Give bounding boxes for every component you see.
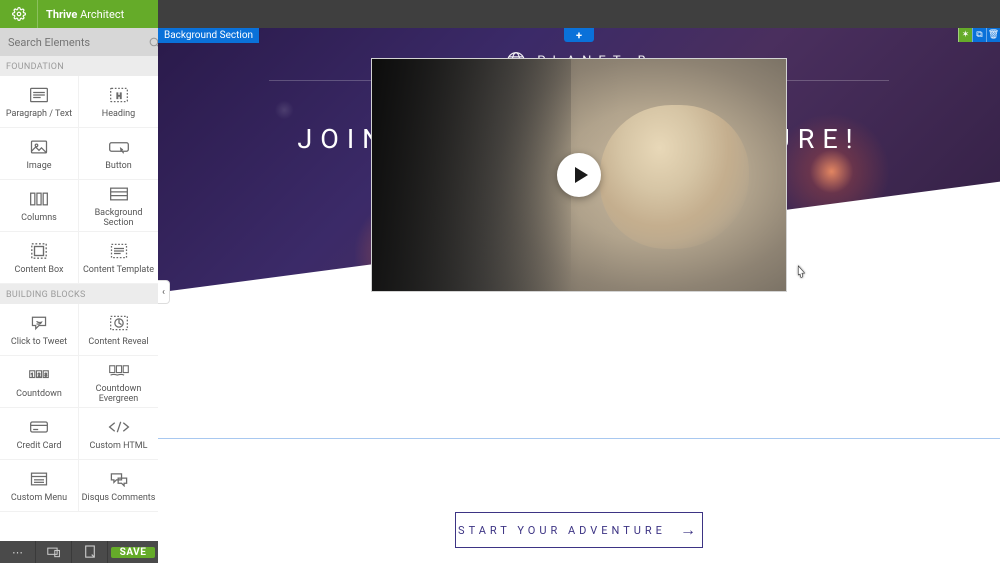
image-icon	[29, 137, 49, 157]
sidebar-collapse-toggle[interactable]: ‹	[158, 280, 170, 304]
element-custom-html[interactable]: Custom HTML	[79, 408, 158, 460]
element-background-section[interactable]: Background Section	[79, 180, 158, 232]
element-save-button[interactable]: ✶	[958, 28, 972, 42]
credit-card-icon	[29, 417, 49, 437]
selected-element-label[interactable]: Background Section	[158, 28, 259, 43]
element-heading[interactable]: H Heading	[79, 76, 158, 128]
template-icon	[84, 545, 96, 559]
app-header: Thrive Architect	[0, 0, 158, 28]
svg-text:1: 1	[31, 373, 33, 378]
bottom-toolbar: ⋯ SAVE	[0, 541, 158, 563]
gear-icon	[12, 7, 26, 21]
heading-icon: H	[109, 85, 129, 105]
columns-icon	[29, 189, 49, 209]
countdown-evergreen-icon	[108, 360, 130, 380]
cta-label: START YOUR ADVENTURE	[458, 524, 666, 537]
template-button[interactable]	[72, 541, 108, 563]
cursor-pointer-icon	[792, 264, 810, 284]
cta-button[interactable]: START YOUR ADVENTURE →	[455, 512, 703, 548]
element-content-template[interactable]: Content Template	[79, 232, 158, 284]
header-spacer	[158, 0, 1000, 28]
arrow-right-icon: →	[680, 520, 700, 540]
element-copy-button[interactable]: ⧉	[972, 28, 986, 42]
content-box-icon	[30, 241, 48, 261]
ellipsis-icon: ⋯	[12, 546, 23, 559]
editor-canvas[interactable]: Background Section + ✶ ⧉ 🗑 PLANET B JOIN…	[158, 28, 1000, 563]
copy-icon: ⧉	[976, 30, 982, 40]
element-delete-button[interactable]: 🗑	[986, 28, 1000, 42]
menu-icon	[29, 469, 49, 489]
selection-guideline	[158, 438, 1000, 439]
elements-sidebar: FOUNDATION Paragraph / Text H Heading Im…	[0, 28, 158, 541]
chevron-left-icon: ‹	[162, 287, 165, 298]
settings-button[interactable]	[0, 0, 38, 28]
group-foundation-header: FOUNDATION	[0, 56, 158, 76]
element-top-tools: ✶ ⧉ 🗑	[958, 28, 1000, 42]
search-elements[interactable]	[0, 28, 158, 56]
comments-icon	[108, 469, 130, 489]
element-credit-card[interactable]: Credit Card	[0, 408, 79, 460]
element-content-reveal[interactable]: Content Reveal	[79, 304, 158, 356]
svg-text:H: H	[116, 91, 121, 100]
save-button[interactable]: SAVE	[111, 547, 155, 558]
more-options-button[interactable]: ⋯	[0, 541, 36, 563]
element-content-box[interactable]: Content Box	[0, 232, 79, 284]
element-button[interactable]: Button	[79, 128, 158, 180]
element-image[interactable]: Image	[0, 128, 79, 180]
paragraph-icon	[29, 85, 49, 105]
button-icon	[108, 137, 130, 157]
background-section-icon	[109, 184, 129, 204]
element-custom-menu[interactable]: Custom Menu	[0, 460, 79, 512]
video-play-button[interactable]	[557, 153, 601, 197]
search-icon	[148, 36, 158, 49]
element-paragraph-text[interactable]: Paragraph / Text	[0, 76, 79, 128]
group-building-blocks-header: BUILDING BLOCKS	[0, 284, 158, 304]
app-title: Thrive Architect	[38, 8, 124, 21]
add-element-button[interactable]: +	[564, 28, 594, 42]
hero-video[interactable]	[371, 58, 787, 292]
content-template-icon	[109, 241, 129, 261]
code-icon	[107, 417, 131, 437]
content-reveal-icon	[109, 313, 129, 333]
element-countdown-evergreen[interactable]: Countdown Evergreen	[79, 356, 158, 408]
tweet-icon	[29, 313, 49, 333]
element-countdown[interactable]: 123 Countdown	[0, 356, 79, 408]
element-disqus-comments[interactable]: Disqus Comments	[79, 460, 158, 512]
responsive-preview-button[interactable]	[36, 541, 72, 563]
trash-icon: 🗑	[988, 30, 999, 40]
star-icon: ✶	[962, 30, 970, 40]
elements-scroll[interactable]: FOUNDATION Paragraph / Text H Heading Im…	[0, 56, 158, 541]
search-input[interactable]	[8, 36, 148, 49]
element-columns[interactable]: Columns	[0, 180, 79, 232]
countdown-icon: 123	[28, 365, 50, 385]
element-click-to-tweet[interactable]: Click to Tweet	[0, 304, 79, 356]
devices-icon	[47, 546, 61, 558]
